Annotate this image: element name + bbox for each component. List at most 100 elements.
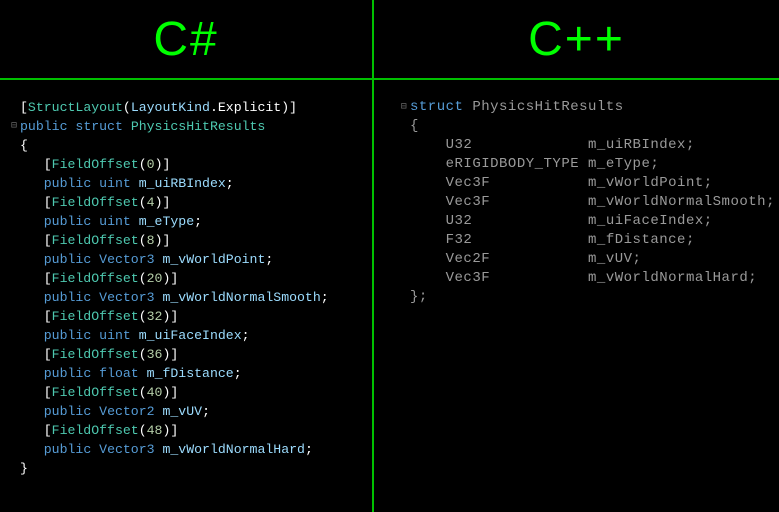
field-name: m_fDistance: [588, 232, 686, 248]
field-name: m_uiRBIndex: [139, 176, 226, 191]
fold-gutter: [8, 250, 20, 269]
code-line: eRIGIDBODY_TYPE m_eType;: [398, 155, 769, 174]
field-type: eRIGIDBODY_TYPE: [446, 156, 588, 172]
fold-gutter: [398, 174, 410, 193]
fold-gutter: [8, 269, 20, 288]
code-line: [FieldOffset(40)]: [8, 383, 364, 402]
attr-fieldoffset: FieldOffset: [52, 195, 139, 210]
field-type: uint: [99, 214, 131, 229]
offset-value: 0: [147, 157, 155, 172]
field-name: m_uiFaceIndex: [588, 213, 704, 229]
field-name: m_vWorldNormalSmooth: [588, 194, 766, 210]
code-line: F32 m_fDistance;: [398, 231, 769, 250]
fold-gutter: ⊟: [398, 98, 410, 117]
code-line: public Vector3 m_vWorldNormalSmooth;: [8, 288, 364, 307]
fold-gutter: [8, 307, 20, 326]
fold-gutter: [8, 212, 20, 231]
offset-value: 36: [147, 347, 163, 362]
field-type: uint: [99, 176, 131, 191]
header-right-text: C++: [528, 12, 625, 67]
code-line: ⊟struct PhysicsHitResults: [398, 98, 769, 117]
code-line: {: [8, 136, 364, 155]
field-type: U32: [446, 137, 588, 153]
field-name: m_vWorldPoint: [588, 175, 704, 191]
code-line: [FieldOffset(0)]: [8, 155, 364, 174]
field-name: m_uiRBIndex: [588, 137, 686, 153]
field-name: m_fDistance: [147, 366, 234, 381]
offset-value: 8: [147, 233, 155, 248]
attr-fieldoffset: FieldOffset: [52, 271, 139, 286]
field-type: Vec3F: [446, 194, 588, 210]
field-type: Vector3: [99, 252, 154, 267]
code-line: public Vector2 m_vUV;: [8, 402, 364, 421]
code-line: [FieldOffset(8)]: [8, 231, 364, 250]
fold-gutter: [8, 136, 20, 155]
code-line: public uint m_uiRBIndex;: [8, 174, 364, 193]
csharp-code-panel: [StructLayout(LayoutKind.Explicit)]⊟publ…: [0, 80, 372, 512]
offset-value: 40: [147, 385, 163, 400]
fold-gutter: [8, 364, 20, 383]
code-line: ⊟public struct PhysicsHitResults: [8, 117, 364, 136]
header-right: C++: [374, 0, 779, 78]
code-line: };: [398, 288, 769, 307]
fold-gutter: [398, 136, 410, 155]
fold-gutter: [398, 193, 410, 212]
code-line: [StructLayout(LayoutKind.Explicit)]: [8, 98, 364, 117]
code-line: [FieldOffset(4)]: [8, 193, 364, 212]
field-type: Vec3F: [446, 270, 588, 286]
fold-gutter: [8, 440, 20, 459]
field-name: m_vWorldNormalHard: [162, 442, 304, 457]
field-name: m_vWorldPoint: [162, 252, 265, 267]
attr-fieldoffset: FieldOffset: [52, 423, 139, 438]
code-line: [FieldOffset(20)]: [8, 269, 364, 288]
attr-fieldoffset: FieldOffset: [52, 157, 139, 172]
fold-gutter: [398, 231, 410, 250]
fold-gutter: [8, 193, 20, 212]
code-line: Vec3F m_vWorldNormalHard;: [398, 269, 769, 288]
struct-name: PhysicsHitResults: [131, 119, 266, 134]
attr-fieldoffset: FieldOffset: [52, 385, 139, 400]
fold-gutter: [398, 155, 410, 174]
field-name: m_eType: [139, 214, 194, 229]
field-type: Vector3: [99, 442, 154, 457]
code-line: }: [8, 459, 364, 478]
keyword-struct: struct: [410, 99, 463, 115]
code-line: Vec2F m_vUV;: [398, 250, 769, 269]
fold-gutter: [8, 231, 20, 250]
fold-gutter: [8, 155, 20, 174]
fold-gutter: [8, 421, 20, 440]
code-line: public float m_fDistance;: [8, 364, 364, 383]
fold-gutter: [398, 288, 410, 307]
field-type: Vec2F: [446, 251, 588, 267]
field-name: m_vWorldNormalSmooth: [162, 290, 320, 305]
field-type: F32: [446, 232, 588, 248]
code-line: [FieldOffset(36)]: [8, 345, 364, 364]
code-line: [FieldOffset(48)]: [8, 421, 364, 440]
fold-gutter: [8, 459, 20, 478]
field-type: uint: [99, 328, 131, 343]
fold-gutter: [8, 383, 20, 402]
attr-fieldoffset: FieldOffset: [52, 233, 139, 248]
code-line: Vec3F m_vWorldPoint;: [398, 174, 769, 193]
struct-name: PhysicsHitResults: [472, 99, 623, 115]
fold-gutter: [398, 269, 410, 288]
fold-gutter: [398, 117, 410, 136]
attr-fieldoffset: FieldOffset: [52, 347, 139, 362]
field-type: Vec3F: [446, 175, 588, 191]
code-line: {: [398, 117, 769, 136]
field-type: float: [99, 366, 139, 381]
fold-gutter: [8, 345, 20, 364]
code-line: U32 m_uiFaceIndex;: [398, 212, 769, 231]
field-name: m_vUV: [162, 404, 202, 419]
attr-fieldoffset: FieldOffset: [52, 309, 139, 324]
fold-gutter: ⊟: [8, 117, 20, 136]
fold-gutter: [8, 174, 20, 193]
fold-gutter: [398, 212, 410, 231]
fold-gutter: [8, 288, 20, 307]
field-name: m_vUV: [588, 251, 633, 267]
offset-value: 4: [147, 195, 155, 210]
code-line: public Vector3 m_vWorldPoint;: [8, 250, 364, 269]
code-line: U32 m_uiRBIndex;: [398, 136, 769, 155]
offset-value: 32: [147, 309, 163, 324]
field-type: U32: [446, 213, 588, 229]
